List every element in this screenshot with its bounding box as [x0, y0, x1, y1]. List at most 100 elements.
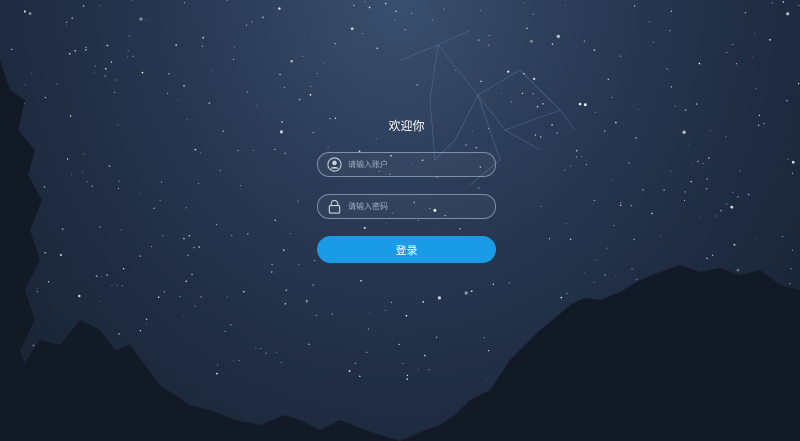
star — [110, 61, 113, 63]
star — [99, 226, 101, 228]
star — [231, 234, 233, 237]
star — [791, 160, 795, 164]
star — [350, 27, 354, 31]
star — [160, 181, 162, 183]
star — [69, 115, 72, 117]
star — [116, 284, 118, 286]
star — [30, 72, 32, 74]
star — [284, 152, 287, 155]
star — [271, 263, 274, 266]
username-input[interactable] — [348, 153, 488, 176]
star — [251, 21, 253, 23]
star — [736, 268, 740, 272]
star — [303, 33, 305, 35]
star — [283, 249, 285, 251]
star — [168, 73, 170, 75]
star — [237, 149, 239, 152]
star — [791, 249, 794, 252]
star — [708, 157, 710, 159]
star — [735, 63, 738, 65]
star — [411, 12, 413, 14]
star — [260, 348, 262, 350]
star — [47, 281, 50, 283]
star — [576, 149, 578, 152]
star — [706, 257, 708, 260]
star — [537, 97, 539, 99]
star — [145, 323, 147, 325]
star — [274, 148, 276, 151]
star — [714, 215, 716, 217]
star — [583, 40, 586, 42]
star — [245, 24, 248, 26]
star — [230, 323, 232, 326]
star — [246, 91, 248, 93]
star — [470, 290, 473, 293]
star — [670, 10, 672, 12]
star — [682, 130, 686, 134]
star — [66, 158, 69, 160]
star — [738, 170, 741, 172]
star — [510, 101, 512, 103]
star — [43, 186, 46, 188]
star — [159, 200, 161, 201]
star — [242, 290, 245, 293]
star — [755, 88, 757, 90]
star — [586, 164, 587, 165]
star — [570, 165, 571, 167]
star — [211, 70, 212, 72]
star — [782, 236, 784, 238]
star — [690, 180, 692, 183]
star — [684, 109, 687, 111]
star — [314, 260, 316, 262]
star — [193, 246, 195, 249]
username-field[interactable] — [317, 152, 496, 177]
star — [752, 56, 754, 58]
star — [684, 200, 686, 201]
star — [418, 369, 419, 370]
star — [179, 295, 181, 297]
star — [86, 181, 88, 183]
star — [706, 178, 708, 180]
star — [669, 30, 671, 32]
star — [436, 336, 438, 338]
star — [132, 55, 134, 57]
star — [613, 224, 615, 226]
star — [674, 105, 676, 107]
star — [404, 29, 406, 31]
star — [787, 158, 789, 160]
star — [120, 229, 122, 231]
star — [633, 238, 636, 241]
star — [44, 96, 47, 99]
star — [284, 302, 287, 305]
star — [726, 203, 728, 205]
star — [483, 337, 485, 339]
star — [118, 188, 119, 189]
star — [167, 92, 169, 95]
star — [492, 283, 494, 285]
password-input[interactable] — [348, 195, 488, 218]
star — [283, 86, 286, 89]
star — [698, 62, 701, 65]
star — [786, 99, 788, 102]
star — [115, 79, 116, 81]
star — [791, 172, 794, 175]
star — [353, 4, 355, 6]
star — [128, 35, 130, 37]
user-icon — [327, 157, 342, 172]
password-field[interactable] — [317, 194, 496, 219]
star — [464, 291, 468, 295]
star — [139, 255, 142, 257]
star — [648, 21, 650, 23]
star — [565, 223, 567, 225]
star — [360, 279, 362, 282]
star — [737, 196, 739, 198]
star — [744, 11, 747, 14]
star — [564, 169, 566, 171]
star — [24, 84, 26, 86]
star — [705, 188, 708, 190]
login-button[interactable]: 登录 — [317, 236, 496, 263]
star — [44, 251, 47, 254]
star — [191, 273, 193, 276]
star — [216, 224, 218, 226]
star — [755, 238, 757, 240]
